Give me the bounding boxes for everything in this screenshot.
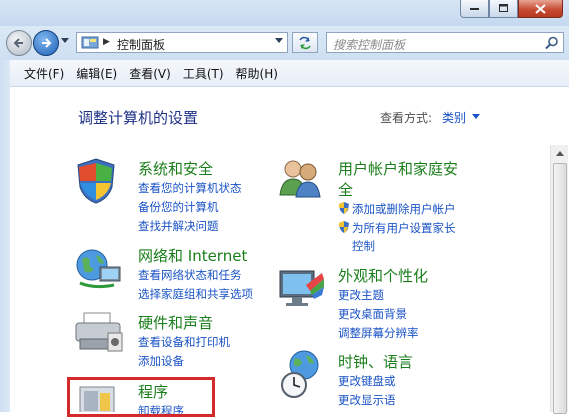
menu-help[interactable]: 帮助(H) xyxy=(230,65,284,82)
scroll-up-arrow-icon xyxy=(555,151,564,156)
category-network-internet[interactable]: 网络和 Internet xyxy=(138,245,247,266)
link-change-desktop-background[interactable]: 更改桌面背景 xyxy=(338,306,407,322)
menu-tools[interactable]: 工具(T) xyxy=(177,65,230,82)
window-titlebar xyxy=(0,0,569,26)
menu-bar: 文件(F) 编辑(E) 查看(V) 工具(T) 帮助(H) xyxy=(10,60,569,87)
shield-icon[interactable] xyxy=(74,157,118,205)
maximize-icon xyxy=(498,4,508,12)
minimize-icon xyxy=(469,7,479,10)
link-backup-computer[interactable]: 备份您的计算机 xyxy=(138,199,219,215)
category-user-accounts-line2[interactable]: 全 xyxy=(338,179,353,200)
appearance-icon[interactable] xyxy=(278,265,326,311)
link-change-theme[interactable]: 更改主题 xyxy=(338,287,384,303)
link-adjust-resolution[interactable]: 调整屏幕分辨率 xyxy=(338,325,419,341)
back-button[interactable] xyxy=(6,30,32,56)
category-user-accounts[interactable]: 用户帐户和家庭安 xyxy=(338,158,458,179)
link-homegroup-sharing[interactable]: 选择家庭组和共享选项 xyxy=(138,286,253,302)
refresh-button[interactable] xyxy=(292,32,318,53)
recent-pages-dropdown-icon[interactable] xyxy=(61,38,69,43)
link-add-remove-users[interactable]: 添加或删除用户帐户 xyxy=(352,201,456,217)
link-parental-controls-line2[interactable]: 控制 xyxy=(352,238,375,254)
forward-button[interactable] xyxy=(33,30,59,56)
close-button[interactable] xyxy=(518,0,563,18)
category-appearance[interactable]: 外观和个性化 xyxy=(338,265,428,286)
page-title: 调整计算机的设置 xyxy=(78,109,199,127)
link-parental-controls[interactable]: 为所有用户设置家长 xyxy=(352,220,456,236)
users-icon[interactable] xyxy=(278,157,322,199)
programs-highlight-box xyxy=(67,377,215,417)
link-add-device[interactable]: 添加设备 xyxy=(138,353,184,369)
search-input[interactable]: 搜索控制面板 xyxy=(333,36,405,53)
scrollbar-thumb[interactable] xyxy=(553,163,567,414)
link-view-computer-status[interactable]: 查看您的计算机状态 xyxy=(138,180,242,196)
window-controls xyxy=(460,0,563,18)
refresh-icon xyxy=(299,36,311,49)
link-change-keyboard[interactable]: 更改键盘或 xyxy=(338,373,396,389)
minimize-button[interactable] xyxy=(460,0,489,18)
link-devices-printers[interactable]: 查看设备和打印机 xyxy=(138,334,230,350)
category-system-security[interactable]: 系统和安全 xyxy=(138,158,213,179)
close-icon xyxy=(535,3,546,14)
scroll-up-button[interactable] xyxy=(551,145,568,162)
link-change-display-language[interactable]: 更改显示语 xyxy=(338,392,396,408)
breadcrumb-separator-icon[interactable]: ▶ xyxy=(103,37,110,47)
search-box[interactable]: 搜索控制面板 xyxy=(326,32,564,53)
back-arrow-icon xyxy=(13,38,23,48)
link-view-network-status[interactable]: 查看网络状态和任务 xyxy=(138,267,242,283)
address-dropdown-icon[interactable] xyxy=(275,38,283,43)
category-clock-language[interactable]: 时钟、语言 xyxy=(338,351,413,372)
window-left-frame xyxy=(0,60,10,412)
menu-view[interactable]: 查看(V) xyxy=(123,65,177,82)
clock-globe-icon[interactable] xyxy=(280,349,324,401)
uac-shield-icon xyxy=(339,202,349,214)
vertical-scrollbar[interactable] xyxy=(550,145,568,414)
menu-edit[interactable]: 编辑(E) xyxy=(70,65,123,82)
category-hardware-sound[interactable]: 硬件和声音 xyxy=(138,312,213,333)
menu-file[interactable]: 文件(F) xyxy=(10,65,70,82)
screenshot-fade-overlay xyxy=(408,340,540,412)
forward-arrow-icon xyxy=(42,38,52,48)
printer-icon[interactable] xyxy=(74,311,124,353)
address-bar[interactable]: ▶ 控制面板 xyxy=(76,32,288,53)
view-by-dropdown[interactable]: 类别 xyxy=(442,109,466,126)
network-globe-icon[interactable] xyxy=(74,245,124,291)
control-panel-icon xyxy=(81,36,99,49)
link-troubleshoot[interactable]: 查找并解决问题 xyxy=(138,218,219,234)
view-by-caret-icon[interactable] xyxy=(472,114,480,119)
navigation-bar: ▶ 控制面板 搜索控制面板 xyxy=(0,26,569,60)
search-icon[interactable] xyxy=(545,36,559,50)
maximize-button[interactable] xyxy=(489,0,518,18)
uac-shield-icon xyxy=(339,221,349,233)
view-by-label: 查看方式: xyxy=(380,111,433,125)
breadcrumb-control-panel[interactable]: 控制面板 xyxy=(117,36,165,53)
